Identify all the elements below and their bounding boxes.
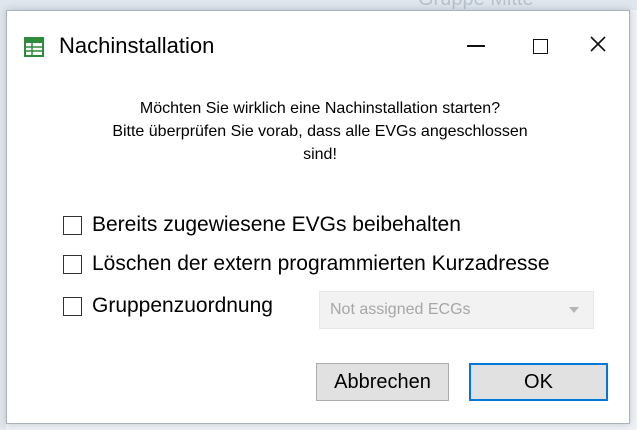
maximize-button[interactable] — [511, 25, 569, 67]
option-group-assignment[interactable]: Gruppenzuordnung — [63, 292, 273, 320]
group-assignment-label: Gruppenzuordnung — [92, 294, 273, 317]
delete-short-address-label: Löschen der extern programmierten Kurzad… — [92, 252, 550, 275]
minimize-button[interactable] — [447, 25, 505, 67]
close-button[interactable] — [569, 25, 627, 67]
message-line-2: Bitte überprüfen Sie vorab, dass alle EV… — [112, 123, 528, 140]
delete-short-address-checkbox[interactable] — [63, 254, 82, 274]
group-assignment-checkbox[interactable] — [63, 296, 82, 316]
group-select-dropdown[interactable]: Not assigned ECGs — [319, 291, 594, 329]
option-delete-short-address[interactable]: Löschen der extern programmierten Kurzad… — [63, 250, 550, 278]
close-icon — [589, 35, 607, 58]
confirmation-message: Möchten Sie wirklich eine Nachinstallati… — [37, 97, 603, 166]
maximize-icon — [532, 38, 548, 54]
minimize-icon — [467, 45, 485, 47]
keep-assigned-evgs-checkbox[interactable] — [63, 215, 82, 235]
option-keep-assigned-evgs[interactable]: Bereits zugewiesene EVGs beibehalten — [63, 211, 461, 239]
keep-assigned-evgs-label: Bereits zugewiesene EVGs beibehalten — [92, 213, 461, 236]
group-select-value: Not assigned ECGs — [330, 301, 471, 318]
cancel-button[interactable]: Abbrechen — [316, 363, 449, 401]
table-app-icon — [24, 37, 44, 57]
chevron-down-icon — [569, 307, 579, 313]
message-line-1: Möchten Sie wirklich eine Nachinstallati… — [139, 100, 501, 117]
nachinstallation-dialog: Nachinstallation Möchten Sie wirklich ei… — [6, 10, 630, 424]
title-bar[interactable]: Nachinstallation — [7, 11, 629, 77]
message-line-3: sind! — [303, 146, 337, 163]
window-title: Nachinstallation — [59, 33, 215, 58]
ok-button[interactable]: OK — [469, 363, 608, 401]
background-window-strip — [0, 0, 637, 10]
